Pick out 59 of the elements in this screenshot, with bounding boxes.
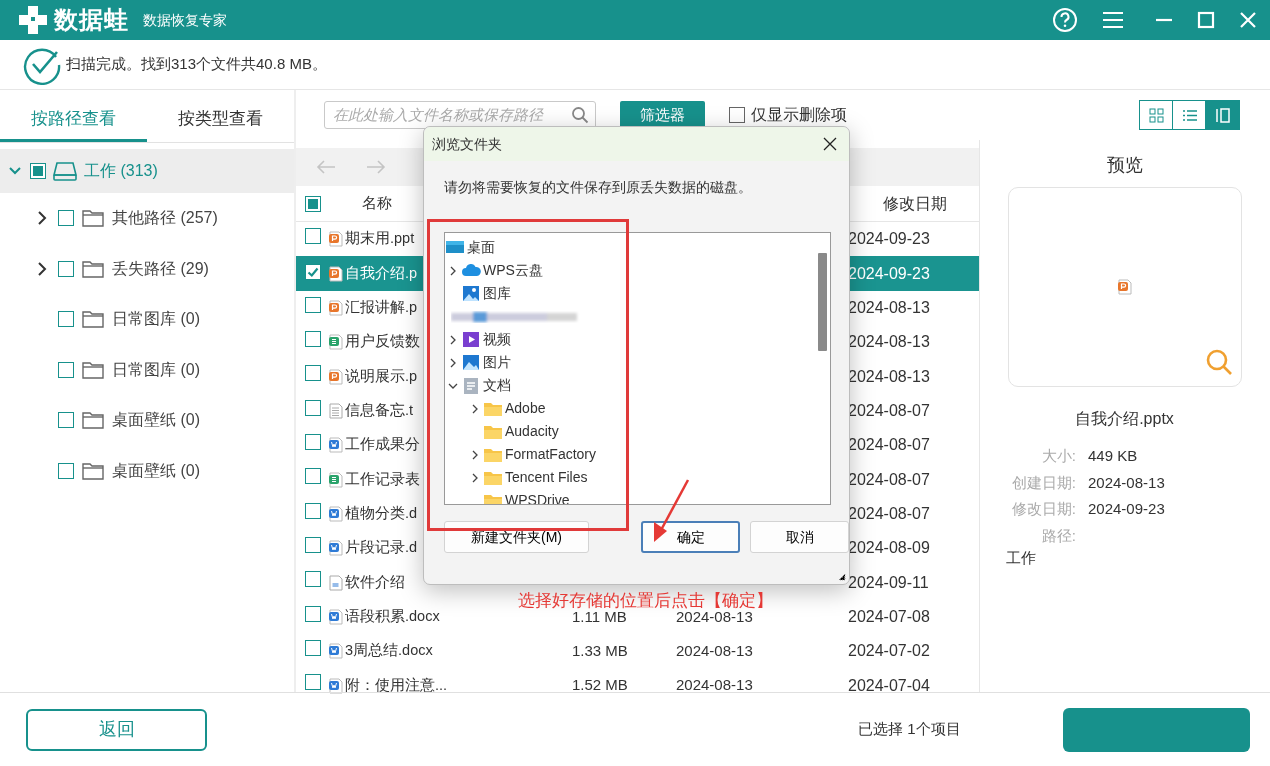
- modified-date: 2024-07-08: [848, 607, 930, 625]
- app-name: 数据蛙: [54, 5, 129, 35]
- file-name: 软件介绍: [345, 573, 405, 590]
- dialog-message: 请勿将需要恢复的文件保存到原丢失数据的磁盘。: [444, 178, 753, 197]
- tree-label: 桌面壁纸 (0): [112, 460, 200, 481]
- file-name: 自我介绍.pptx: [1075, 409, 1174, 429]
- file-name: 语段积累.docx: [345, 608, 440, 625]
- column-header: 修改日期: [883, 194, 947, 212]
- file-name: 汇报讲解.p: [345, 299, 418, 315]
- modified-date: 2024-08-13: [848, 298, 930, 316]
- modified-date: 2024-08-07: [848, 436, 930, 454]
- file-name: 用户反馈数: [345, 333, 420, 350]
- modified-date: 2024-09-11: [848, 573, 929, 591]
- modified-date: 2024-07-04: [848, 676, 930, 694]
- scan-status: 扫描完成。找到313个文件共40.8 MB。: [66, 54, 327, 75]
- created-date: 2024-08-13: [676, 676, 753, 694]
- modified-date: 2024-08-13: [848, 367, 930, 385]
- file-name: 3周总结.docx: [345, 642, 433, 659]
- modified-date: 2024-08-07: [848, 504, 930, 522]
- modified-date: 2024-08-13: [848, 333, 930, 351]
- file-name: 期末用.ppt: [345, 230, 415, 247]
- tree-label: 日常图库 (0): [112, 309, 200, 330]
- detail-value: 449 KB: [1088, 446, 1139, 466]
- modified-date: 2024-07-02: [848, 642, 930, 660]
- preview-title: 预览: [1106, 154, 1143, 177]
- dialog-title: 浏览文件夹: [432, 134, 502, 154]
- modified-date: 2024-08-07: [848, 401, 930, 419]
- file-name: 工作记录表: [345, 470, 420, 487]
- detail-label: 路径:: [1040, 525, 1076, 546]
- modified-date: 2024-08-07: [848, 470, 930, 488]
- modified-date: 2024-09-23: [848, 230, 930, 248]
- tree-label: 其他路径 (257): [112, 208, 218, 229]
- created-date: 2024-08-13: [676, 642, 753, 660]
- tree-label: 工作 (313): [84, 161, 158, 181]
- file-size: 1.33 MB: [572, 642, 628, 660]
- file-name: 植物分类.d: [345, 505, 418, 522]
- detail-value: 2024-09-23: [1088, 499, 1165, 519]
- app-subtitle: 数据恢复专家: [143, 10, 227, 30]
- checkbox-label: 仅显示删除项: [751, 105, 847, 125]
- modified-date: 2024-09-23: [848, 264, 930, 282]
- file-name: 附：使用注意...: [345, 676, 448, 693]
- file-name: 片段记录.d: [345, 539, 418, 556]
- detail-value: 2024-08-13: [1088, 472, 1165, 493]
- file-name: 工作成果分: [345, 436, 420, 453]
- file-name: 信息备忘.t: [345, 402, 414, 418]
- tree-label: 日常图库 (0): [112, 359, 200, 380]
- path-value: 工作: [1006, 548, 1036, 568]
- annotation-text: 选择好存储的位置后点击【确定】: [518, 593, 773, 607]
- file-size: 1.52 MB: [572, 676, 628, 694]
- file-name: 自我介绍.p: [345, 264, 418, 281]
- tree-label: 桌面壁纸 (0): [112, 410, 200, 431]
- selection-summary: 已选择 1个项目: [858, 719, 962, 740]
- detail-label: 大小:: [1040, 446, 1076, 466]
- detail-label: 创建日期:: [1010, 472, 1076, 493]
- detail-label: 修改日期:: [1010, 499, 1076, 519]
- column-header: 名称: [362, 194, 392, 211]
- modified-date: 2024-08-09: [848, 539, 930, 557]
- file-name: 说明展示.p: [345, 367, 418, 384]
- tree-label: 丢失路径 (29): [112, 258, 209, 279]
